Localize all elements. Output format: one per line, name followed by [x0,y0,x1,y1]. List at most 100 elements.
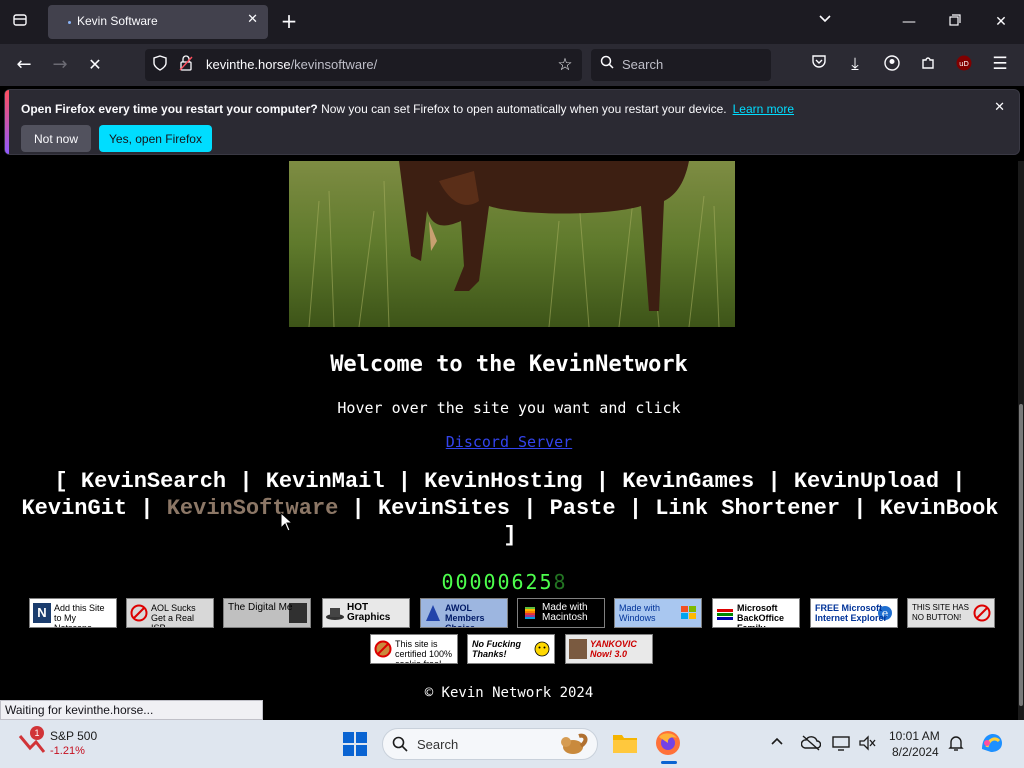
no-button-icon [973,603,991,623]
notification-text: Now you can set Firefox to open automati… [317,102,727,116]
browser-navbar: ← → ✕ kevinthe.horse/kevinsoftware/ ☆ Se… [0,44,1024,86]
badge-text: Add this Site to My Netscape [54,603,105,628]
mouse-cursor-icon [280,511,294,536]
notifications-bell-icon[interactable] [947,734,965,756]
tab-kevin-software[interactable]: Kevin Software ✕ [48,5,268,39]
link-kevinhosting[interactable]: KevinHosting [424,469,582,494]
close-notification-icon[interactable]: ✕ [994,100,1005,115]
onedrive-offline-icon[interactable] [800,735,822,755]
link-kevinsoftware[interactable]: KevinSoftware [167,496,339,521]
discord-link-text[interactable]: Discord Server [446,433,572,451]
url-domain: kevinthe.horse [206,57,291,72]
badge-yankovic[interactable]: YANKOVIC Now! 3.0 [565,634,653,664]
badge-no-button[interactable]: THIS SITE HAS NO BUTTON! [907,598,995,628]
forward-icon: → [52,54,68,75]
insecure-lock-icon[interactable] [177,55,195,77]
link-kevinupload[interactable]: KevinUpload [794,469,939,494]
counter-digit: 0 [455,570,468,594]
link-kevinsites[interactable]: KevinSites [378,496,510,521]
clock-time[interactable]: 10:01 AM [889,729,940,743]
badge-text: Made with Macintosh [542,602,588,623]
badge-awol[interactable]: AWOL Members Choice [420,598,508,628]
file-explorer-icon[interactable] [612,732,638,758]
copyright-footer: © Kevin Network 2024 [424,685,594,701]
stock-widget[interactable]: 1 S&P 500 -1.21% [16,726,116,762]
menu-icon[interactable]: ☰ [990,54,1010,74]
stop-loading-icon[interactable]: ✕ [85,55,105,75]
visitor-counter: 0 0 0 0 0 6 2 5 8 [441,571,567,593]
downloads-icon[interactable]: ⤓ [845,54,865,74]
tab-list-icon[interactable] [10,12,30,34]
new-tab-icon[interactable]: + [279,11,299,31]
link-kevingit[interactable]: KevinGit [21,496,127,521]
badge-text: AOL Sucks Get a Real ISP [151,603,196,628]
badge-cookie-free[interactable]: This site is certified 100% cookie free! [370,634,458,664]
stock-notification-badge: 1 [30,726,44,740]
taskbar-search[interactable]: Search [382,728,598,760]
yes-open-firefox-button[interactable]: Yes, open Firefox [99,125,212,152]
counter-digit: 0 [497,570,510,594]
url-text[interactable]: kevinthe.horse/kevinsoftware/ [206,57,377,72]
link-kevingames[interactable]: KevinGames [622,469,754,494]
hat-icon [326,603,344,623]
search-icon [598,55,616,75]
link-kevinmail[interactable]: KevinMail [266,469,385,494]
firefox-taskbar-icon[interactable] [655,730,683,764]
badge-digital-me[interactable]: The Digital Me [223,598,311,628]
badge-internet-explorer[interactable]: e FREE Microsoft Internet Explorer [810,598,898,628]
search-placeholder: Search [622,57,664,72]
search-bar[interactable]: Search [591,49,771,81]
badge-windows[interactable]: Made with Windows [614,598,702,628]
taskbar-search-label: Search [417,737,459,752]
badge-aol-sucks[interactable]: AOL Sucks Get a Real ISP [126,598,214,628]
clock-date[interactable]: 8/2/2024 [892,745,939,759]
close-window-icon[interactable]: ✕ [991,12,1011,32]
discord-server-link: Discord Server [0,433,1018,451]
extensions-icon[interactable] [918,55,938,77]
page-content: Welcome to the KevinNetwork Hover over t… [0,161,1018,720]
badge-macintosh[interactable]: Made with Macintosh [517,598,605,628]
start-button[interactable] [342,731,370,759]
badge-text: This site is certified 100% cookie free! [395,639,453,664]
badge-text: Microsoft BackOffice Family [737,603,785,628]
counter-digit: 2 [525,570,538,594]
link-kevinbook[interactable]: KevinBook [880,496,999,521]
badge-text: The Digital Me [228,602,293,613]
copilot-icon[interactable] [979,731,1005,759]
url-bar[interactable]: kevinthe.horse/kevinsoftware/ ☆ [145,49,582,81]
windows-taskbar: 1 S&P 500 -1.21% Search 10:01 AM 8/2/202… [0,720,1024,768]
tracking-shield-icon[interactable] [151,55,169,77]
page-heading: Welcome to the KevinNetwork [330,352,688,377]
link-paste[interactable]: Paste [550,496,616,521]
page-scrollbar[interactable] [1018,161,1024,720]
link-link-shortener[interactable]: Link Shortener [655,496,840,521]
learn-more-link[interactable]: Learn more [733,102,794,116]
bookmark-star-icon[interactable]: ☆ [555,55,575,75]
badge-text: Made with Windows [619,603,661,623]
horse-photo [289,161,735,327]
restore-icon[interactable] [945,12,965,32]
close-tab-icon[interactable]: ✕ [247,12,258,27]
show-hidden-icons-chevron[interactable] [770,734,784,751]
account-icon[interactable] [882,55,902,77]
search-highlight-squirrel-icon [555,732,589,756]
badge-text: AWOL Members Choice [445,603,485,628]
no-cookie-icon [374,639,392,659]
badge-hot-graphics[interactable]: HOT Graphics [322,598,410,628]
display-icon[interactable] [832,735,850,755]
ublock-icon[interactable]: uD [954,55,974,77]
minimize-icon[interactable]: — [899,12,919,32]
badge-backoffice[interactable]: Microsoft BackOffice Family [712,598,800,628]
browser-titlebar: Kevin Software ✕ + — ✕ [0,0,1024,44]
network-volume-icon[interactable] [858,735,876,755]
kevin-network-nav: [ KevinSearch | KevinMail | KevinHosting… [21,469,999,548]
pocket-icon[interactable] [809,55,829,75]
scrollbar-thumb[interactable] [1019,404,1023,706]
not-now-button[interactable]: Not now [21,125,91,152]
tab-overflow-chevron-icon[interactable] [815,12,835,32]
badge-netscape[interactable]: N Add this Site to My Netscape [29,598,117,628]
no-sign-icon [130,603,148,623]
link-kevinsearch[interactable]: KevinSearch [81,469,226,494]
badge-no-thanks[interactable]: No Fucking Thanks! [467,634,555,664]
back-icon[interactable]: ← [14,55,34,75]
